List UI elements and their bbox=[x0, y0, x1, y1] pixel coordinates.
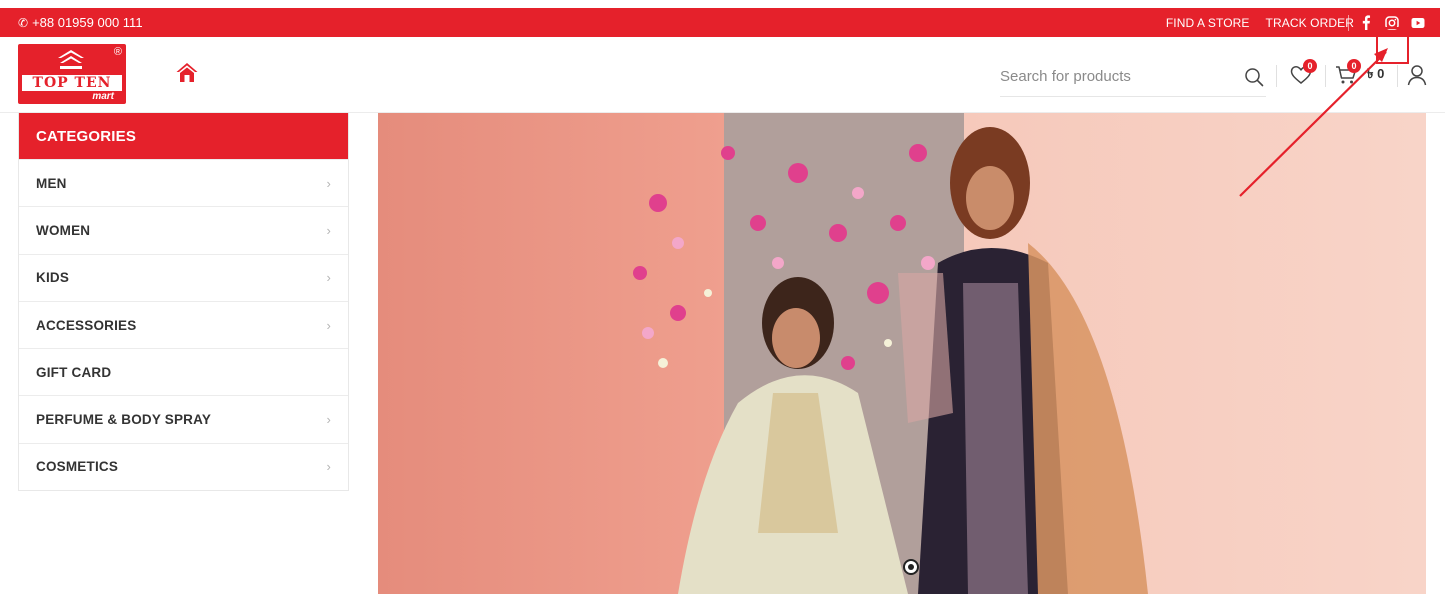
category-label: PERFUME & BODY SPRAY bbox=[36, 412, 212, 428]
phone-number[interactable]: ✆ +88 01959 000 111 bbox=[18, 8, 143, 37]
topbar-divider bbox=[1348, 15, 1349, 31]
search-bar bbox=[1000, 57, 1266, 97]
top-ten-mart-logo[interactable]: ® TOP TEN mart bbox=[18, 44, 126, 104]
category-item-cosmetics[interactable]: COSMETICS › bbox=[19, 442, 348, 490]
slider-pagination-dot[interactable] bbox=[903, 559, 919, 575]
facebook-icon[interactable] bbox=[1358, 15, 1374, 31]
category-label: WOMEN bbox=[36, 222, 91, 238]
annotation-arrow-icon bbox=[1239, 48, 1388, 197]
chevron-right-icon: › bbox=[326, 412, 331, 428]
category-label: KIDS bbox=[36, 270, 70, 286]
category-label: MEN bbox=[36, 175, 67, 191]
logo-mark-icon bbox=[58, 50, 84, 69]
category-item-gift-card[interactable]: GIFT CARD bbox=[19, 348, 348, 395]
logo-subtitle: mart bbox=[92, 91, 114, 102]
categories-menu: CATEGORIES MEN › WOMEN › KIDS › ACCESSOR… bbox=[18, 113, 349, 492]
category-label: COSMETICS bbox=[36, 459, 119, 475]
phone-icon: ✆ bbox=[18, 15, 29, 30]
chevron-right-icon: › bbox=[326, 459, 331, 475]
search-input[interactable] bbox=[1000, 68, 1220, 85]
chevron-right-icon: › bbox=[326, 222, 331, 238]
find-a-store-link[interactable]: FIND A STORE bbox=[1166, 16, 1250, 30]
category-item-accessories[interactable]: ACCESSORIES › bbox=[19, 300, 348, 348]
header-divider bbox=[1397, 65, 1398, 87]
phone-text: +88 01959 000 111 bbox=[32, 15, 143, 30]
home-icon[interactable] bbox=[175, 61, 199, 85]
category-item-perfume-body-spray[interactable]: PERFUME & BODY SPRAY › bbox=[19, 395, 348, 442]
categories-title: CATEGORIES bbox=[19, 113, 348, 159]
top-links: FIND A STORE TRACK ORDER bbox=[1150, 8, 1354, 37]
registered-mark: ® bbox=[113, 46, 122, 58]
chevron-right-icon: › bbox=[326, 317, 331, 333]
account-user-icon[interactable] bbox=[1407, 64, 1427, 86]
logo-wordmark: TOP TEN bbox=[22, 75, 122, 91]
category-item-kids[interactable]: KIDS › bbox=[19, 253, 348, 301]
youtube-icon[interactable] bbox=[1410, 15, 1426, 31]
category-item-women[interactable]: WOMEN › bbox=[19, 206, 348, 253]
track-order-link[interactable]: TRACK ORDER bbox=[1266, 16, 1354, 30]
chevron-right-icon: › bbox=[326, 270, 331, 286]
site-header: ® TOP TEN mart 0 0 ৳ 0 bbox=[0, 37, 1445, 113]
category-label: ACCESSORIES bbox=[36, 317, 137, 333]
top-bar: ✆ +88 01959 000 111 FIND A STORE TRACK O… bbox=[0, 8, 1440, 37]
category-label: GIFT CARD bbox=[36, 364, 112, 380]
chevron-right-icon: › bbox=[326, 175, 331, 191]
category-item-men[interactable]: MEN › bbox=[19, 159, 348, 206]
